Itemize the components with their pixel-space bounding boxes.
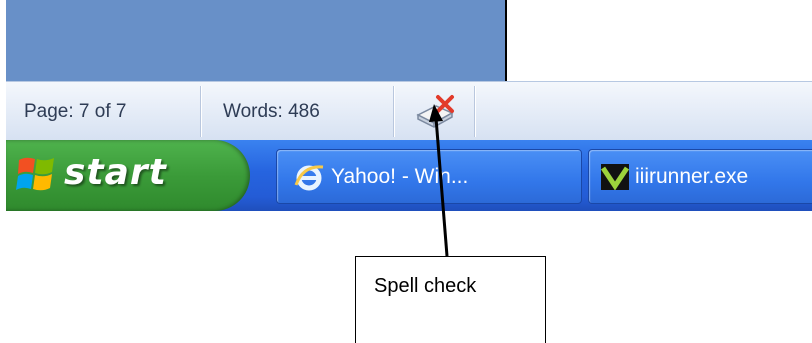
callout-box: Spell check [355,256,546,343]
taskbar-item-label: iiirunner.exe [635,164,749,188]
iiirunner-icon [601,163,629,190]
word-count-status[interactable]: Words: 486 [223,82,320,141]
status-separator [474,86,475,137]
callout-label: Spell check [374,275,477,297]
internet-explorer-icon [294,164,324,190]
taskbar: start Yahoo! - Win... iiirunner.exe [6,140,812,211]
start-button[interactable]: start [6,140,250,211]
status-separator [200,86,201,137]
start-label: start [64,152,167,193]
taskbar-item-label: Yahoo! - Win... [331,164,469,188]
window-divider [505,0,507,81]
taskbar-item-iiirunner[interactable]: iiirunner.exe [588,149,812,204]
status-separator [393,86,394,137]
status-bar: Page: 7 of 7 Words: 486 [6,81,812,141]
page-count-status[interactable]: Page: 7 of 7 [24,82,126,141]
taskbar-item-yahoo[interactable]: Yahoo! - Win... [276,149,582,204]
document-panel [6,0,505,81]
windows-flag-logo [16,157,54,191]
spell-check-button[interactable] [406,82,466,141]
spell-check-book-icon [416,94,454,128]
